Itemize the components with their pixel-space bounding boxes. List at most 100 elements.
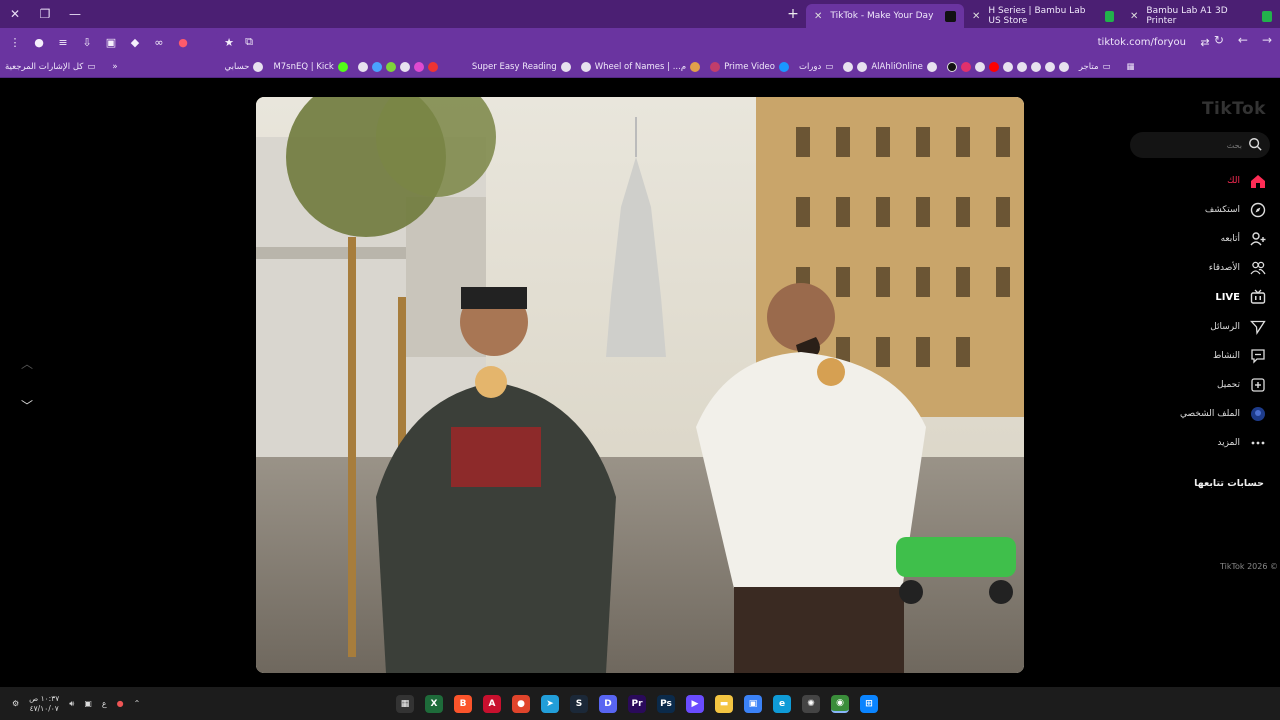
- brave-app-icon[interactable]: B: [454, 695, 472, 713]
- bookmark-item[interactable]: دورات ▭: [794, 62, 838, 72]
- menu-dots-icon[interactable]: ⋮: [8, 35, 22, 49]
- globe-icon: [1030, 61, 1041, 72]
- bookmark-item[interactable]: M7snEQ | Kick: [268, 61, 352, 72]
- all-bookmarks-folder[interactable]: كل الإشارات المرجعية ▭: [0, 62, 100, 72]
- address-bar[interactable]: ★ ⧉ tiktok.com/foryou ⇄: [212, 31, 1222, 53]
- bookmark-item[interactable]: [353, 61, 443, 72]
- close-window-button[interactable]: ✕: [0, 0, 30, 28]
- globe-icon: [253, 61, 264, 72]
- download-icon[interactable]: ⇩: [80, 35, 94, 49]
- folder-icon: ▭: [825, 61, 834, 72]
- bookmark-star-icon[interactable]: ★: [222, 35, 236, 49]
- compass-icon: [1250, 202, 1266, 218]
- nav-upload[interactable]: تحميل: [1217, 375, 1266, 395]
- folder-icon: ▭: [87, 61, 96, 72]
- forward-icon[interactable]: ←: [1238, 33, 1248, 47]
- nav-activity[interactable]: النشاط: [1213, 346, 1266, 366]
- wheel-icon: [690, 61, 701, 72]
- tray-expand-icon[interactable]: ⌃: [134, 699, 141, 708]
- search-icon[interactable]: [1248, 137, 1262, 151]
- network-icon[interactable]: ▣: [84, 699, 92, 708]
- telegram-app-icon[interactable]: ➤: [541, 695, 559, 713]
- site-icon: [371, 61, 382, 72]
- extension-diamond-icon[interactable]: ◆: [128, 35, 142, 49]
- bookmark-item[interactable]: Super Easy Reading: [467, 61, 576, 72]
- nav-messages[interactable]: الرسائل: [1210, 317, 1266, 337]
- steam-app-icon[interactable]: S: [570, 695, 588, 713]
- copyright-text: TikTok 2026 ©: [1220, 562, 1278, 571]
- app-red-icon[interactable]: ●: [512, 695, 530, 713]
- instagram-icon: [960, 61, 971, 72]
- bookmark-item[interactable]: Wheel of Names | ...م: [576, 61, 705, 72]
- extension-glasses-icon[interactable]: ∞: [152, 35, 166, 49]
- tab-bambu-printer[interactable]: ✕ Bambu Lab A1 3D Printer: [1122, 4, 1280, 28]
- discord-app-icon[interactable]: D: [599, 695, 617, 713]
- bookmark-label: Super Easy Reading: [471, 61, 557, 72]
- share-icon[interactable]: ⧉: [242, 35, 256, 49]
- tiktok-page: ︿ ﹀ TikTok بحث الك استكشف أتابعه الأصدقا…: [0, 79, 1280, 687]
- tab-tiktok[interactable]: ✕ TikTok - Make Your Day: [806, 4, 964, 28]
- site-icon: [385, 61, 396, 72]
- close-tab-icon[interactable]: ✕: [972, 11, 980, 22]
- nav-for-you[interactable]: الك: [1227, 171, 1266, 191]
- minimize-window-button[interactable]: —: [60, 0, 90, 28]
- volume-icon[interactable]: 🔊︎: [69, 699, 74, 709]
- reading-list-icon[interactable]: ≡: [56, 35, 70, 49]
- tab-label: H Series | Bambu Lab US Store: [988, 6, 1086, 26]
- nav-following[interactable]: أتابعه: [1221, 229, 1266, 249]
- next-video-button[interactable]: ﹀: [18, 397, 36, 415]
- bambu-favicon-icon: [1261, 10, 1272, 22]
- nav-more[interactable]: المزيد: [1217, 433, 1266, 453]
- reload-icon[interactable]: ↻: [1214, 33, 1224, 47]
- tiktok-logo[interactable]: TikTok: [1202, 99, 1266, 119]
- clock[interactable]: ١٠:٣٧ ص ٤٧/١٠/٠٧: [29, 694, 59, 714]
- store-app-icon[interactable]: ▣: [744, 695, 762, 713]
- bookmark-item[interactable]: Prime Video: [705, 61, 794, 72]
- microphone-icon[interactable]: ●: [117, 699, 124, 708]
- settings-icon[interactable]: ⚙: [12, 699, 19, 708]
- new-tab-button[interactable]: +: [780, 6, 806, 22]
- chrome-app-icon[interactable]: ◉: [831, 695, 849, 713]
- restore-window-button[interactable]: ❐: [30, 0, 60, 28]
- nav-label: تحميل: [1216, 380, 1240, 390]
- nav-profile[interactable]: الملف الشخصي: [1180, 404, 1266, 424]
- brave-shield-icon[interactable]: ●: [32, 35, 46, 49]
- extension-red-icon[interactable]: ●: [176, 35, 190, 49]
- bookmark-item[interactable]: متاجر ▭: [1074, 62, 1116, 72]
- nav-explore[interactable]: استكشف: [1205, 200, 1266, 220]
- edge-app-icon[interactable]: e: [773, 695, 791, 713]
- bookmark-item[interactable]: حسابي: [220, 61, 269, 72]
- apps-grid-icon[interactable]: ▦: [1122, 62, 1140, 72]
- bookmarks-overflow[interactable]: »: [100, 62, 129, 72]
- bookmark-item[interactable]: [942, 61, 1074, 72]
- tab-strip: + ✕ TikTok - Make Your Day ✕ H Series | …: [780, 0, 1280, 28]
- video-player[interactable]: [256, 97, 1024, 673]
- chatgpt-app-icon[interactable]: ✺: [802, 695, 820, 713]
- download-site-icon: [1044, 61, 1055, 72]
- bookmark-item[interactable]: AlAhliOnline: [838, 61, 942, 72]
- file-explorer-app-icon[interactable]: ▬: [715, 695, 733, 713]
- site-icon: [413, 61, 424, 72]
- language-indicator[interactable]: ع: [102, 699, 107, 708]
- globe-icon: [843, 61, 854, 72]
- windows-start-icon[interactable]: ⊞: [860, 695, 878, 713]
- media-app-icon[interactable]: ▶: [686, 695, 704, 713]
- site-settings-icon[interactable]: ⇄: [1198, 35, 1212, 49]
- nav-friends[interactable]: الأصدقاء: [1209, 258, 1266, 278]
- globe-icon: [560, 61, 571, 72]
- back-icon[interactable]: →: [1262, 33, 1272, 47]
- excel-app-icon[interactable]: X: [425, 695, 443, 713]
- premiere-app-icon[interactable]: Pr: [628, 695, 646, 713]
- tiktok-icon: [946, 61, 957, 72]
- close-tab-icon[interactable]: ✕: [814, 11, 822, 22]
- previous-video-button[interactable]: ︿: [18, 355, 36, 373]
- close-tab-icon[interactable]: ✕: [1130, 11, 1138, 22]
- calendar-app-icon[interactable]: ▦: [396, 695, 414, 713]
- nav-live[interactable]: LIVE: [1215, 287, 1266, 307]
- photoshop-app-icon[interactable]: Ps: [657, 695, 675, 713]
- taskbar-apps: ▦ X B A ● ➤ S D Pr Ps ▶ ▬ ▣ e ✺ ◉ ⊞: [396, 695, 878, 713]
- affinity-app-icon[interactable]: A: [483, 695, 501, 713]
- tab-bambu-store[interactable]: ✕ H Series | Bambu Lab US Store: [964, 4, 1122, 28]
- extensions-icon[interactable]: ▣: [104, 35, 118, 49]
- search-input[interactable]: بحث: [1130, 132, 1270, 158]
